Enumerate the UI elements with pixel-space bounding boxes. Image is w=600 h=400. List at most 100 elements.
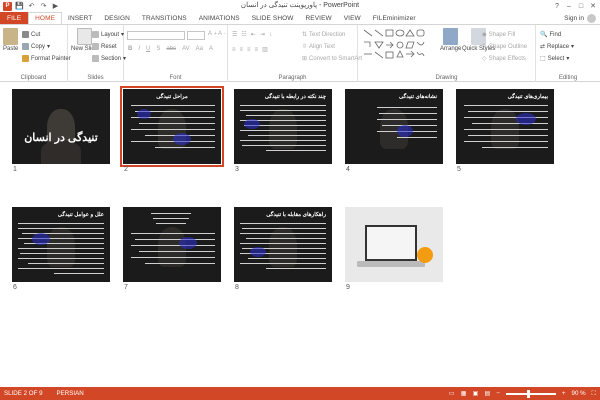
shape-fill-button[interactable]: ◆ Shape Fill — [482, 31, 515, 39]
help-button[interactable]: ? — [552, 1, 562, 11]
convert-smartart-button[interactable]: ⊞ Convert to SmartArt — [302, 55, 363, 63]
text-line — [240, 130, 326, 131]
shrink-font-icon[interactable]: A- — [218, 31, 226, 37]
slide-thumbnail-8[interactable]: راهکارهای مقابله با تنیدگی 8 — [234, 207, 332, 295]
slide-number: 9 — [346, 284, 350, 291]
slide-thumbnail-5[interactable]: بیماری‌های تنیدگی 5 — [456, 89, 554, 177]
reset-button[interactable]: Reset — [92, 43, 117, 50]
increase-indent-icon[interactable]: ⇥ — [260, 31, 265, 38]
fit-to-window-icon[interactable]: ⛶ — [592, 390, 596, 398]
text-line — [266, 150, 326, 151]
sign-in-area[interactable]: Sign in — [564, 12, 600, 24]
undo-icon[interactable]: ↶ — [27, 2, 36, 11]
group-label: Clipboard — [20, 75, 47, 81]
slide-thumbnail-4[interactable]: نشانه‌های تنیدگی 4 — [345, 89, 443, 177]
justify-icon[interactable]: ≡ — [255, 47, 259, 53]
shape-outline-button[interactable]: ✎ Shape Outline — [482, 43, 527, 51]
slide-preview[interactable] — [345, 207, 443, 282]
slide-preview[interactable]: علل و عوامل تنیدگی — [12, 207, 110, 282]
find-button[interactable]: 🔍 Find — [540, 31, 561, 39]
decrease-indent-icon[interactable]: ⇤ — [251, 31, 256, 38]
logo-badge-icon — [417, 247, 433, 263]
slide-preview[interactable] — [123, 207, 221, 282]
font-color-icon[interactable]: A — [209, 46, 213, 52]
slide-thumbnail-3[interactable]: چند نکته در رابطه با تنیدگی 3 — [234, 89, 332, 177]
bold-icon[interactable]: B — [128, 46, 132, 52]
align-center-icon[interactable]: ≡ — [240, 47, 244, 53]
save-icon[interactable]: 💾 — [15, 2, 24, 11]
slide-preview[interactable]: تنیدگی در انسان — [12, 89, 110, 164]
replace-button[interactable]: ⇄ Replace ▾ — [540, 43, 574, 51]
cut-button[interactable]: Cut — [22, 31, 40, 38]
font-name-select[interactable] — [127, 31, 185, 40]
tab-fileminimizer[interactable]: FILEminimizer — [367, 12, 422, 24]
zoom-in-button[interactable]: + — [562, 390, 566, 397]
tab-home[interactable]: HOME — [28, 12, 63, 24]
start-from-beginning-icon[interactable]: ▶ — [51, 2, 60, 11]
tab-transitions[interactable]: TRANSITIONS — [136, 12, 193, 24]
zoom-slider-knob[interactable] — [527, 389, 531, 398]
numbering-icon[interactable]: ☷ — [241, 31, 246, 38]
redo-icon[interactable]: ↷ — [39, 2, 48, 11]
minimize-button[interactable]: – — [564, 1, 574, 11]
font-size-select[interactable] — [187, 31, 205, 40]
close-button[interactable]: ✕ — [588, 1, 598, 11]
normal-view-icon[interactable]: ▭ — [449, 390, 455, 397]
slide-preview[interactable]: چند نکته در رابطه با تنیدگی — [234, 89, 332, 164]
arrange-button[interactable]: Arrange — [440, 28, 461, 52]
change-case-icon[interactable]: Aa — [196, 46, 203, 52]
line-spacing-icon[interactable]: ↕ — [269, 32, 272, 38]
align-right-icon[interactable]: ≡ — [247, 47, 251, 53]
sign-in-link[interactable]: Sign in — [564, 15, 584, 22]
slide-thumbnail-7[interactable]: 7 — [123, 207, 221, 295]
char-spacing-icon[interactable]: AV — [182, 46, 190, 52]
text-direction-button[interactable]: ⇅ Text Direction — [302, 31, 345, 39]
format-painter-button[interactable]: Format Painter — [22, 55, 71, 62]
tab-animations[interactable]: ANIMATIONS — [193, 12, 246, 24]
shapes-gallery[interactable] — [362, 28, 432, 62]
zoom-slider[interactable] — [505, 389, 556, 398]
shape-effects-button[interactable]: ◇ Shape Effects — [482, 55, 526, 63]
section-button[interactable]: Section ▾ — [92, 55, 126, 62]
strikethrough-icon[interactable]: abc — [166, 46, 176, 52]
slide-sorter-view-icon[interactable]: ▦ — [461, 390, 467, 397]
reading-view-icon[interactable]: ▣ — [473, 390, 479, 397]
select-button[interactable]: ⬚ Select ▾ — [540, 55, 569, 63]
shadow-icon[interactable]: S — [156, 46, 160, 52]
ribbon-tabs: FILE HOME INSERT DESIGN TRANSITIONS ANIM… — [0, 12, 600, 24]
slide-preview[interactable]: مراحل تنیدگی — [120, 86, 224, 167]
tab-design[interactable]: DESIGN — [98, 12, 136, 24]
slide-preview[interactable]: نشانه‌های تنیدگی — [345, 89, 443, 164]
slide-thumbnail-1[interactable]: تنیدگی در انسان 1 — [12, 89, 110, 177]
align-text-button[interactable]: ⇳ Align Text — [302, 43, 335, 51]
slideshow-view-icon[interactable]: ▤ — [484, 390, 490, 397]
slide-thumbnail-6[interactable]: علل و عوامل تنیدگی 6 — [12, 207, 110, 295]
italic-icon[interactable]: I — [138, 46, 140, 52]
paste-icon — [3, 28, 19, 45]
decorative-blot — [244, 119, 260, 129]
layout-button[interactable]: Layout ▾ — [92, 31, 124, 38]
avatar[interactable] — [587, 13, 596, 23]
paste-button[interactable]: Paste — [3, 28, 18, 52]
maximize-button[interactable]: □ — [576, 1, 586, 11]
zoom-level[interactable]: 90 % — [572, 390, 586, 397]
columns-icon[interactable]: ▥ — [262, 46, 268, 53]
copy-button[interactable]: Copy ▾ — [22, 43, 50, 50]
tab-slide-show[interactable]: SLIDE SHOW — [246, 12, 300, 24]
tab-insert[interactable]: INSERT — [62, 12, 98, 24]
tab-view[interactable]: VIEW — [338, 12, 367, 24]
underline-icon[interactable]: U — [146, 46, 150, 52]
language-indicator[interactable]: PERSIAN — [57, 390, 84, 397]
slide-thumbnail-2[interactable]: مراحل تنیدگی 2 — [120, 86, 224, 177]
zoom-out-button[interactable]: − — [496, 390, 500, 397]
slide-preview[interactable]: بیماری‌های تنیدگی — [456, 89, 554, 164]
text-line — [131, 245, 215, 246]
bullets-icon[interactable]: ☰ — [232, 31, 237, 38]
slide-thumbnail-9[interactable]: 9 — [345, 207, 443, 295]
slide-preview[interactable]: راهکارهای مقابله با تنیدگی — [234, 207, 332, 282]
align-left-icon[interactable]: ≡ — [232, 47, 236, 53]
convert-smartart-label: Convert to SmartArt — [309, 55, 363, 62]
grow-font-icon[interactable]: A + — [208, 31, 217, 37]
tab-file[interactable]: FILE — [0, 12, 29, 24]
tab-review[interactable]: REVIEW — [300, 12, 338, 24]
